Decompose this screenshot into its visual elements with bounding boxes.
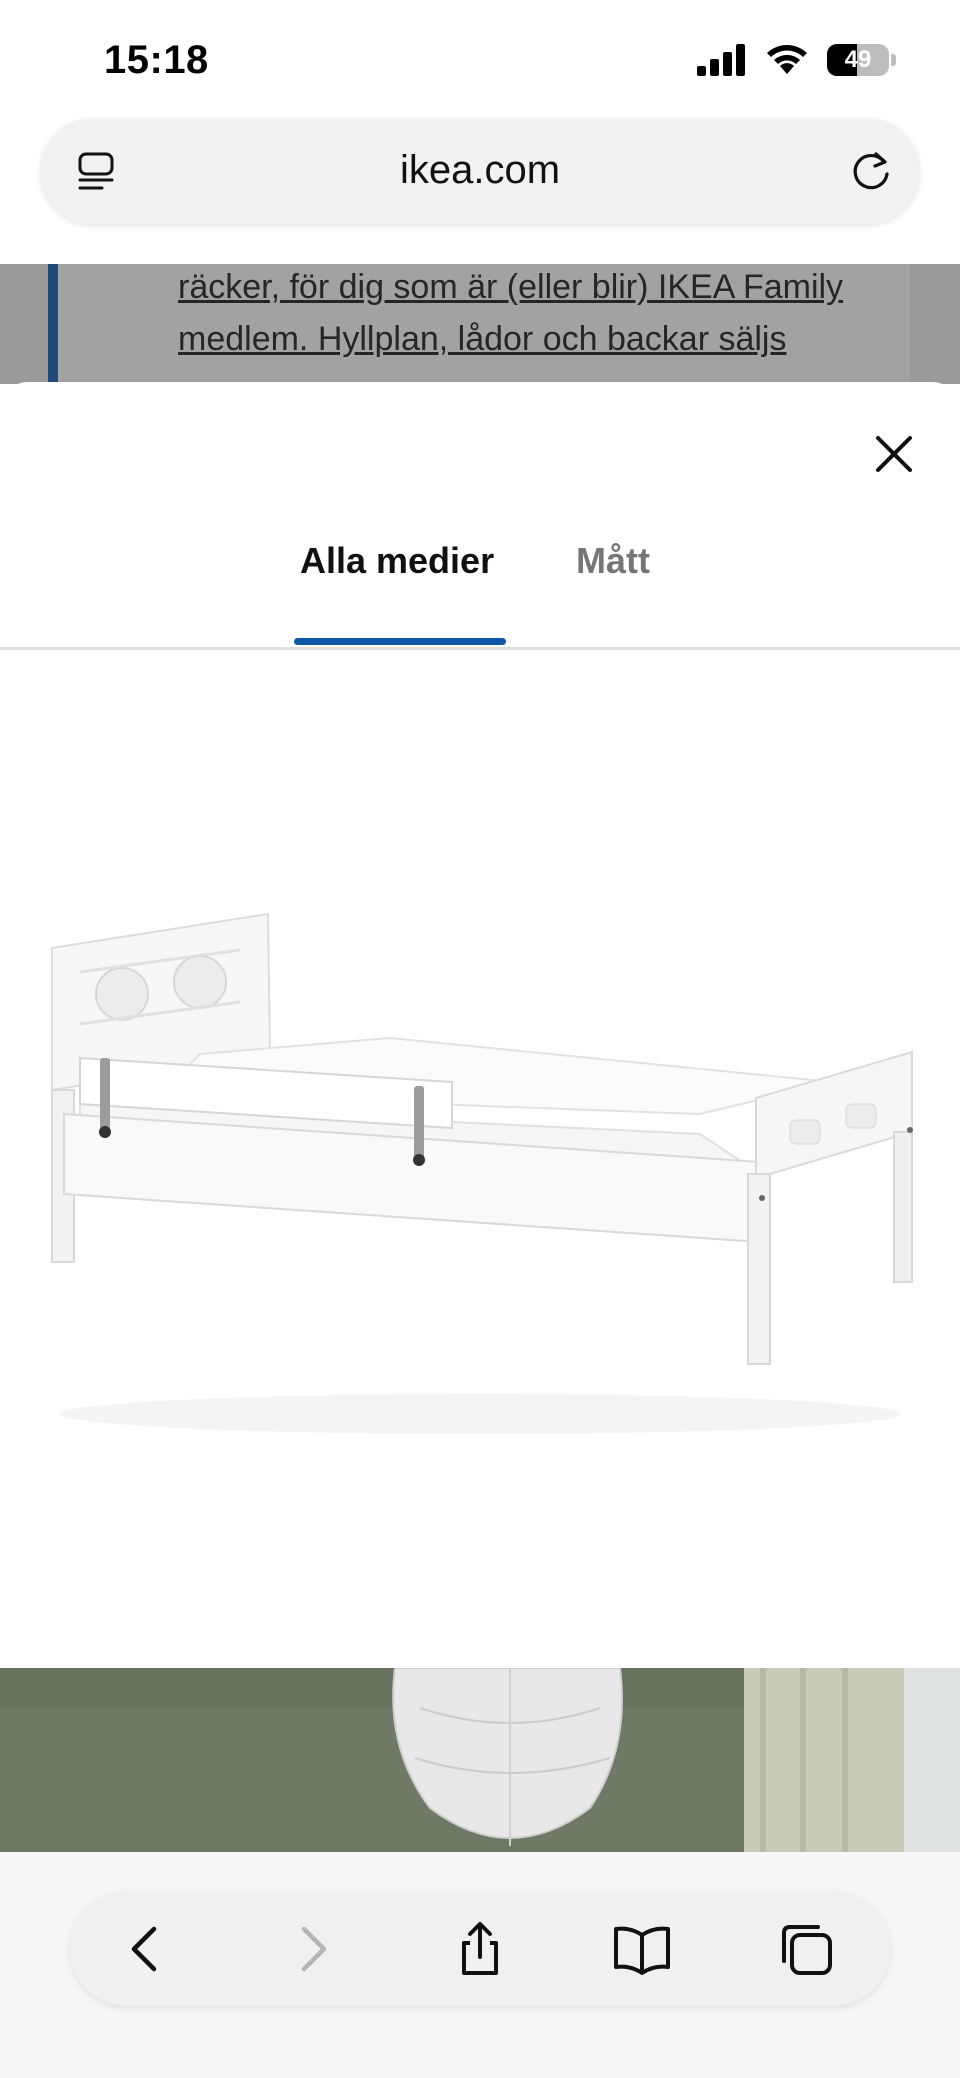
status-bar: 15:18 49 [0,0,960,118]
forward-icon[interactable] [282,1919,342,1979]
product-image[interactable] [0,654,960,1668]
background-text-line-2: medlem. Hyllplan, lådor och backar säljs [178,320,787,358]
status-time: 15:18 [104,38,209,82]
battery-level: 49 [844,46,872,73]
tabs-icon[interactable] [776,1919,836,1979]
tab-alla-medier[interactable]: Alla medier [300,540,494,582]
status-icons: 49 [697,44,896,76]
reload-icon[interactable] [846,146,896,196]
media-modal: Alla medier Mått [0,382,960,1852]
close-icon[interactable] [868,428,920,480]
url-text[interactable]: ikea.com [40,148,920,193]
room-image[interactable] [0,1668,960,1852]
background-page: räcker, för dig som är (eller blir) IKEA… [0,264,960,384]
room-photo-illustration [0,1668,960,1852]
battery-icon: 49 [827,44,889,76]
active-tab-indicator [294,638,506,645]
address-bar[interactable]: ikea.com [40,118,920,224]
background-text-line-1: räcker, för dig som är (eller blir) IKEA… [178,268,844,306]
bookmarks-icon[interactable] [612,1919,672,1979]
cellular-signal-icon [697,44,745,76]
wifi-icon [767,45,807,74]
bed-illustration [51,912,913,1434]
browser-bottom-area [0,1852,960,2078]
browser-address-area: ikea.com [0,118,960,264]
media-tabs: Alla medier Mått [0,502,960,650]
tab-matt[interactable]: Mått [576,540,650,582]
back-icon[interactable] [116,1919,176,1979]
share-icon[interactable] [450,1919,510,1979]
browser-toolbar [70,1892,890,2006]
background-accent-bar [48,264,58,384]
